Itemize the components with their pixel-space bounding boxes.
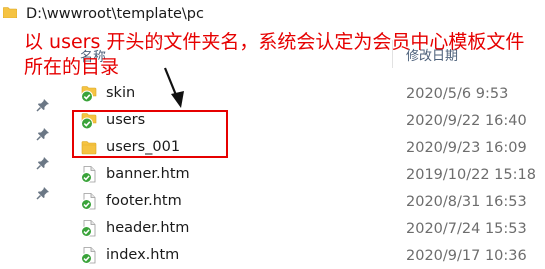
address-path: D:\wwwroot\template\pc (26, 6, 204, 22)
pin-icon[interactable] (36, 127, 50, 141)
file-name: index.htm (106, 247, 180, 263)
file-row-index[interactable]: index.htm 2020/9/17 10:36 (60, 242, 545, 269)
folder-icon (3, 7, 17, 18)
pin-icon[interactable] (36, 186, 50, 200)
file-date: 2020/5/6 9:53 (406, 86, 509, 102)
file-date: 2020/8/31 16:53 (406, 194, 527, 210)
pin-icon[interactable] (36, 98, 50, 112)
pin-icon[interactable] (36, 156, 50, 170)
annotation-text: 以 users 开头的文件夹名，系统会认定为会员中心模板文件所在的目录 (24, 31, 525, 78)
file-name: header.htm (106, 220, 190, 236)
file-row-skin[interactable]: skin 2020/5/6 9:53 (60, 80, 545, 107)
file-name: skin (106, 85, 136, 101)
file-synced-icon (81, 193, 96, 210)
file-name: banner.htm (106, 166, 190, 182)
folder-synced-icon (81, 86, 97, 103)
file-row-header[interactable]: header.htm 2020/7/24 15:53 (60, 215, 545, 242)
highlight-box (72, 110, 228, 158)
file-synced-icon (81, 247, 96, 264)
file-synced-icon (81, 166, 96, 183)
address-bar[interactable]: D:\wwwroot\template\pc (0, 0, 545, 30)
file-date: 2020/9/23 16:09 (406, 140, 527, 156)
file-name: footer.htm (106, 193, 182, 209)
file-date: 2019/10/22 15:18 (406, 167, 536, 183)
file-row-footer[interactable]: footer.htm 2020/8/31 16:53 (60, 188, 545, 215)
file-date: 2020/9/17 10:36 (406, 248, 527, 264)
file-date: 2020/9/22 16:40 (406, 113, 527, 129)
file-row-banner[interactable]: banner.htm 2019/10/22 15:18 (60, 161, 545, 188)
file-date: 2020/7/24 15:53 (406, 221, 527, 237)
file-synced-icon (81, 220, 96, 237)
